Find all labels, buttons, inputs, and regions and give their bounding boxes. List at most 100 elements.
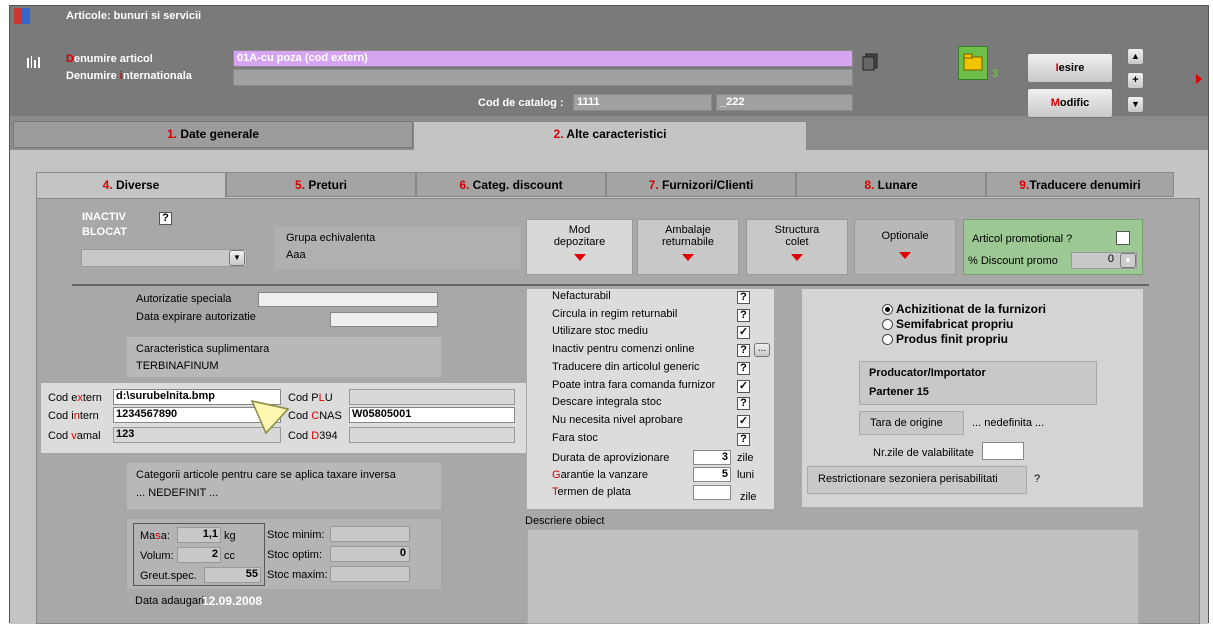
discount-dropdown-button[interactable]: ▼ — [1120, 253, 1136, 268]
option-checkbox[interactable]: ? — [737, 308, 750, 322]
stoc-minim-label: Stoc minim: — [267, 529, 325, 541]
app-window: Articole: bunuri si servicii Denumire ar… — [9, 5, 1209, 624]
radio-semifabricat[interactable]: Semifabricat propriu — [882, 317, 1013, 331]
garantie-unit: luni — [737, 469, 755, 481]
copy-icon[interactable] — [862, 53, 880, 71]
categorii-label: Categorii articole pentru care se aplica… — [136, 469, 396, 481]
data-adaugarii-label: Data adaugarii — [135, 595, 207, 607]
stoc-optim-input[interactable]: 0 — [330, 546, 410, 562]
denumire-internationala-label: Denumire internationala — [66, 70, 192, 82]
masa-input[interactable]: 1,1 — [177, 527, 221, 543]
option-row: Poate intra fara comanda furnizor — [552, 378, 716, 391]
radio-produs-finit[interactable]: Produs finit propriu — [882, 332, 1008, 346]
folder-count: 3 — [992, 68, 999, 80]
app-logo-icon — [14, 8, 30, 24]
tab-categ-discount[interactable]: 6. Categ. discount — [416, 172, 606, 197]
option-checkbox[interactable]: ✓ — [737, 414, 750, 428]
option-row: Nu necesita nivel aprobare — [552, 413, 683, 426]
nr-zile-label: Nr.zile de valabilitate — [873, 447, 974, 459]
descriere-textarea[interactable] — [527, 529, 1139, 624]
option-checkbox[interactable]: ? — [737, 344, 750, 358]
data-adaugarii-value: 12.09.2008 — [202, 594, 263, 608]
volum-input[interactable]: 2 — [177, 547, 221, 563]
option-checkbox[interactable]: ? — [737, 291, 750, 304]
garantie-input[interactable]: 5 — [693, 467, 731, 482]
online-more-button[interactable]: ... — [754, 343, 770, 357]
volum-unit: cc — [224, 550, 235, 562]
cod-catalog-input[interactable]: 1111 — [573, 94, 712, 111]
add-button[interactable]: + — [1127, 72, 1144, 89]
ambalaje-arrow-icon — [682, 254, 694, 261]
cod-vamal-label: Cod vamal — [48, 430, 101, 442]
window-title: Articole: bunuri si servicii — [66, 10, 202, 22]
durata-input[interactable]: 3 — [693, 450, 731, 465]
greut-spec-input[interactable]: 55 — [204, 567, 261, 583]
cod-intern-label: Cod intern — [48, 410, 99, 422]
structura-colet-button[interactable]: Structura colet — [746, 219, 848, 275]
tab-furnizori-clienti[interactable]: 7. Furnizori/Clienti — [606, 172, 796, 197]
restrictionare-label: Restrictionare sezoniera perisabilitati — [818, 473, 998, 485]
blocat-select[interactable] — [81, 249, 247, 267]
expand-arrow-icon[interactable] — [1196, 74, 1202, 84]
cod-d394-input[interactable] — [349, 427, 515, 443]
tara-origine-label: Tara de origine — [870, 417, 943, 429]
tab-alte-caracteristici[interactable]: 2. Alte caracteristici — [413, 121, 807, 151]
pointer-arrow-icon — [250, 399, 290, 438]
cod-plu-input[interactable] — [349, 389, 515, 405]
optionale-button[interactable]: Optionale — [854, 219, 956, 275]
divider — [72, 284, 1149, 286]
modific-button[interactable]: Modific — [1027, 88, 1113, 118]
radio-achizitionat[interactable]: Achizitionat de la furnizori — [882, 302, 1046, 316]
data-expirare-input[interactable] — [330, 312, 438, 327]
termen-input[interactable] — [693, 485, 731, 500]
tab-date-generale[interactable]: 1. Date generale — [13, 121, 413, 148]
cod-d394-label: Cod D394 — [288, 430, 338, 442]
folder-button[interactable] — [958, 46, 988, 80]
radio-semifabricat-icon — [882, 319, 893, 331]
option-checkbox[interactable]: ✓ — [737, 379, 750, 393]
producator-label: Producator/Importator — [869, 367, 986, 379]
cod-cnas-input[interactable]: W05805001 — [349, 407, 515, 423]
termen-label: Termen de plata — [552, 486, 631, 498]
data-expirare-label: Data expirare autorizatie — [136, 311, 256, 323]
tara-origine-value: ... nedefinita ... — [972, 417, 1045, 429]
stoc-minim-input[interactable] — [330, 526, 410, 542]
nr-zile-input[interactable] — [982, 442, 1024, 460]
inactiv-checkbox[interactable]: ? — [159, 212, 172, 225]
scroll-down-button[interactable]: ▼ — [1127, 96, 1144, 113]
cod-catalog-suffix-input[interactable]: _222 — [716, 94, 853, 111]
grupa-echivalenta-label: Grupa echivalenta — [286, 232, 376, 244]
radio-produs-finit-icon — [882, 334, 893, 346]
tab-preturi[interactable]: 5. Preturi — [226, 172, 416, 197]
volum-label: Volum: — [140, 550, 174, 562]
option-row: Circula in regim returnabil — [552, 307, 678, 320]
option-row: Fara stoc — [552, 431, 598, 444]
option-checkbox[interactable]: ? — [737, 432, 750, 446]
blocat-dropdown-button[interactable]: ▼ — [229, 250, 245, 266]
masa-label: Masa: — [140, 530, 170, 542]
denumire-articol-label: Denumire articol — [66, 53, 153, 65]
stoc-maxim-input[interactable] — [330, 566, 410, 582]
ambalaje-returnabile-button[interactable]: Ambalaje returnabile — [637, 219, 739, 275]
option-checkbox[interactable]: ✓ — [737, 326, 750, 340]
option-checkbox[interactable]: ? — [737, 361, 750, 375]
denumire-internationala-input[interactable] — [233, 69, 853, 86]
cod-extern-label: Cod extern — [48, 392, 102, 404]
optionale-arrow-icon — [899, 252, 911, 259]
barcode-icon — [26, 54, 42, 73]
denumire-articol-input[interactable]: 01A-cu poza (cod extern) — [233, 50, 853, 67]
option-row: Inactiv pentru comenzi online — [552, 343, 695, 356]
autorizatie-input[interactable] — [258, 292, 438, 307]
blocat-label: BLOCAT — [82, 226, 128, 238]
promo-label: Articol promotional ? — [972, 233, 1073, 245]
cod-catalog-label: Cod de catalog : — [478, 97, 564, 109]
scroll-up-button[interactable]: ▲ — [1127, 48, 1144, 65]
cod-plu-label: Cod PLU — [288, 392, 333, 404]
tab-diverse[interactable]: 4. Diverse — [36, 172, 226, 199]
mod-depozitare-button[interactable]: Mod depozitare — [526, 219, 633, 275]
promo-checkbox[interactable] — [1116, 231, 1130, 245]
option-checkbox[interactable]: ? — [737, 397, 750, 411]
iesire-button[interactable]: Iesire — [1027, 53, 1113, 83]
tab-lunare[interactable]: 8. Lunare — [796, 172, 986, 197]
tab-traducere-denumiri[interactable]: 9.Traducere denumiri — [986, 172, 1174, 197]
